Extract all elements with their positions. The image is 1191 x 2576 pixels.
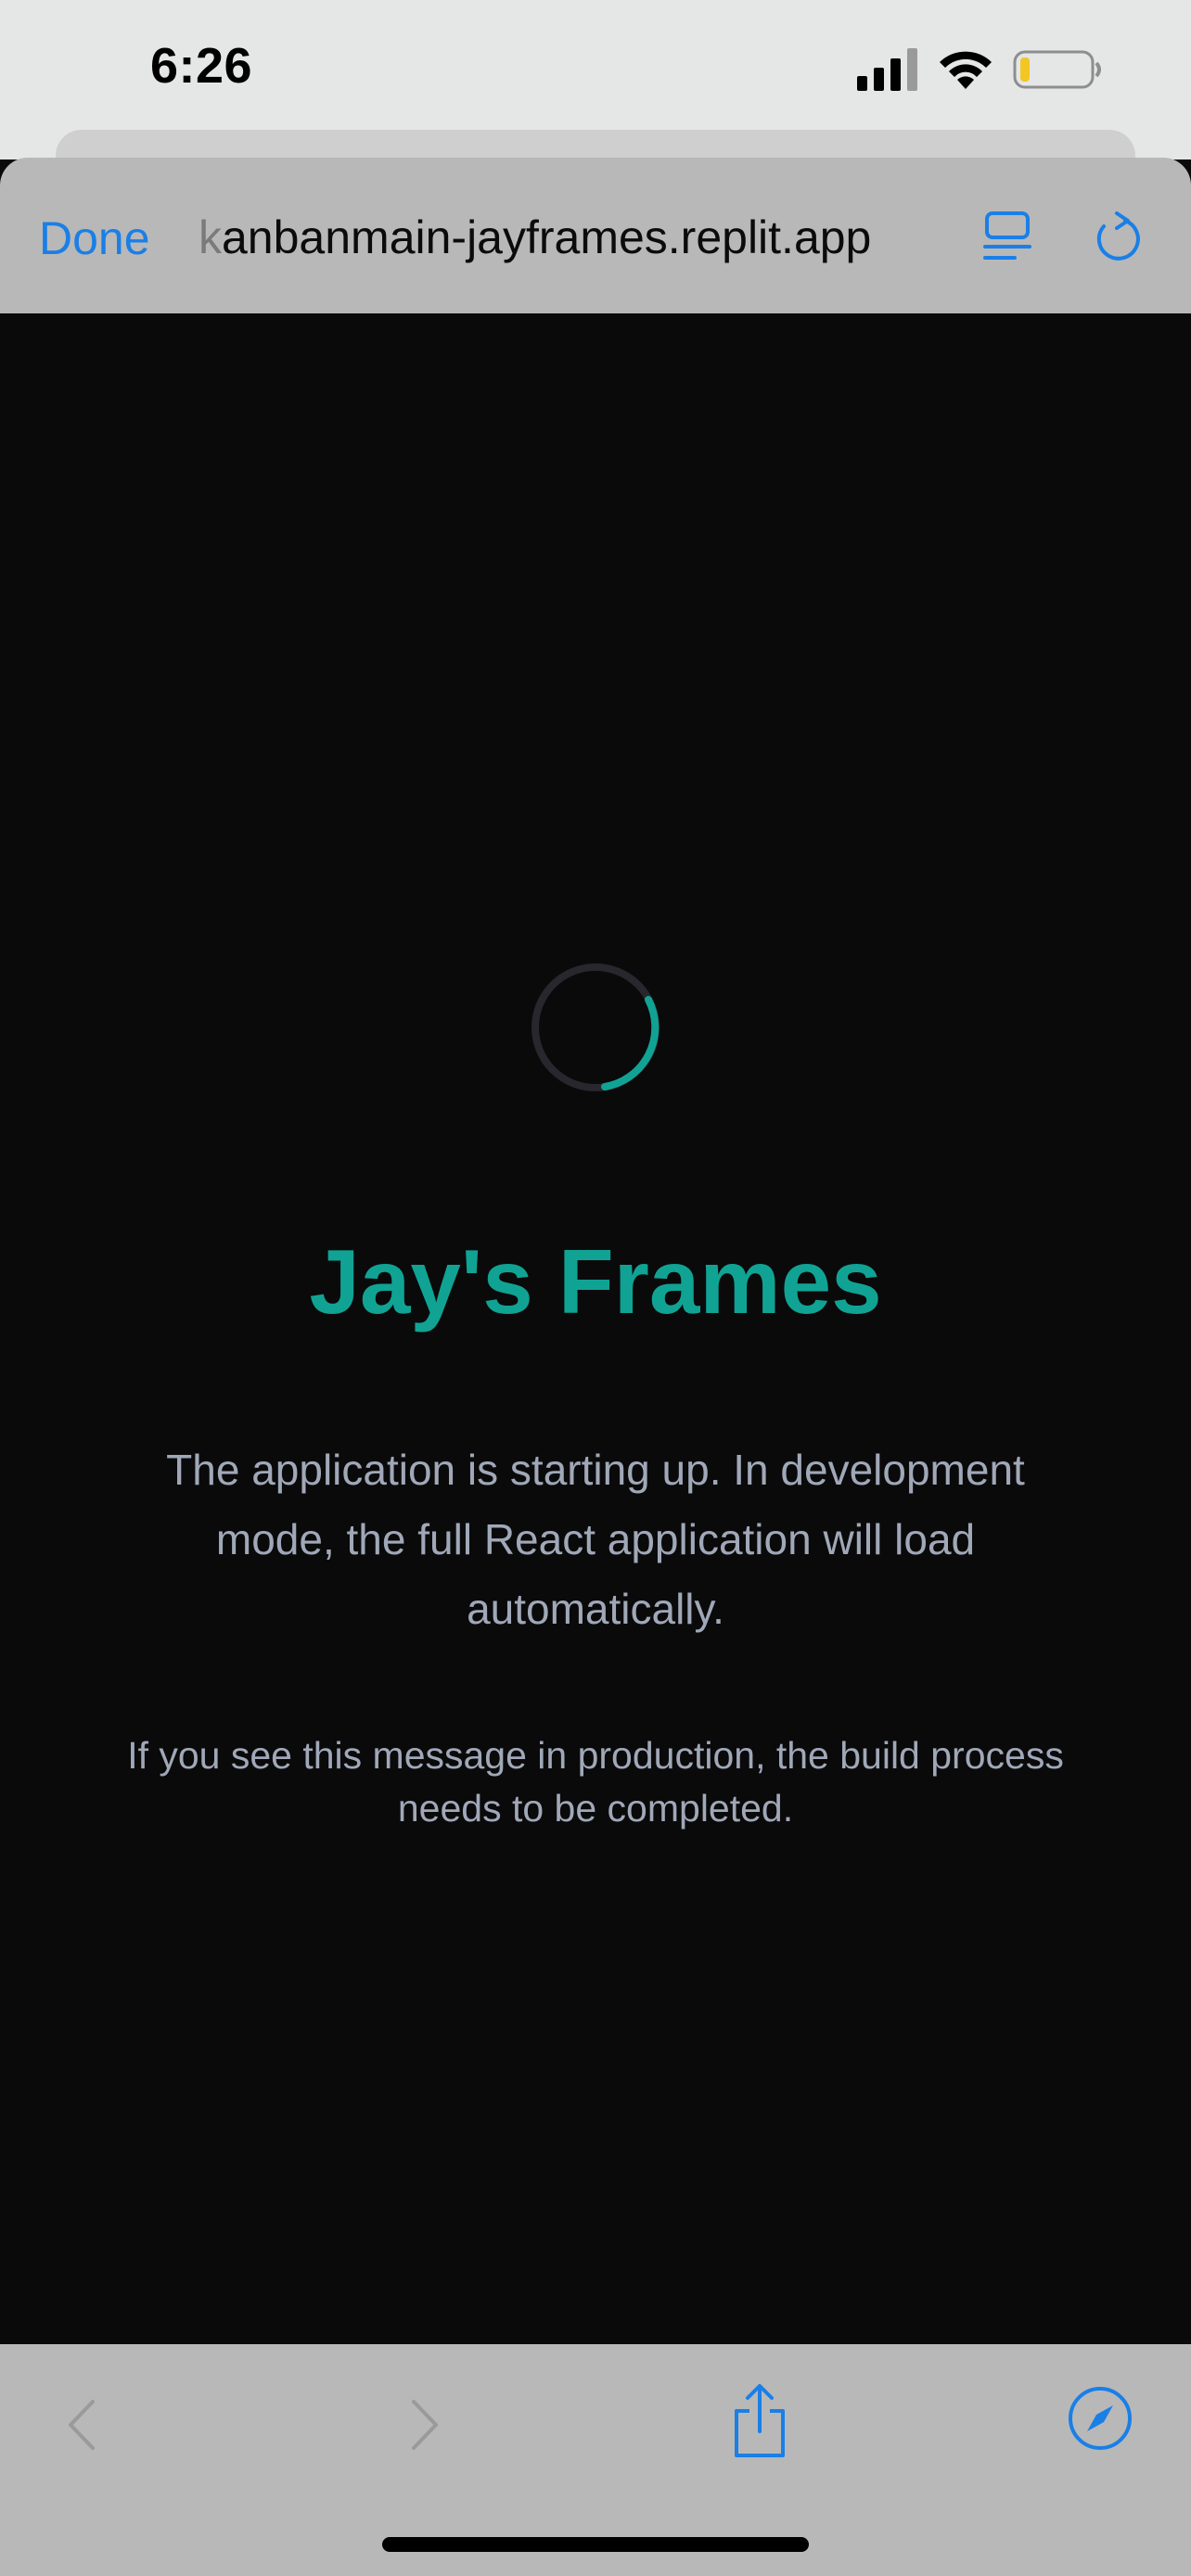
loading-spinner-icon [531, 963, 660, 1091]
reader-icon[interactable] [981, 210, 1035, 265]
done-button[interactable]: Done [39, 211, 150, 265]
browser-header: Done kanbanmain-jayframes.replit.app [0, 158, 1191, 313]
startup-message: The application is starting up. In devel… [166, 1446, 1025, 1633]
home-indicator [382, 2537, 809, 2552]
battery-icon [1013, 50, 1101, 89]
url-hidden-prefix: k [198, 211, 222, 263]
compass-icon[interactable] [1067, 2385, 1133, 2452]
chevron-right-icon[interactable] [404, 2392, 445, 2457]
reload-icon[interactable] [1091, 208, 1145, 265]
url-field[interactable]: kanbanmain-jayframes.replit.app [198, 210, 871, 264]
chevron-left-icon[interactable] [61, 2392, 102, 2457]
production-note: If you see this message in production, t… [127, 1734, 1064, 1830]
status-time: 6:26 [150, 38, 253, 94]
share-icon[interactable] [729, 2383, 790, 2459]
url-text: anbanmain-jayframes.replit.app [222, 211, 872, 263]
app-title: Jay's Frames [309, 1231, 882, 1333]
cellular-signal-icon [857, 48, 917, 91]
page-content: Jay's Frames The application is starting… [0, 313, 1191, 2344]
wifi-icon [940, 51, 992, 89]
